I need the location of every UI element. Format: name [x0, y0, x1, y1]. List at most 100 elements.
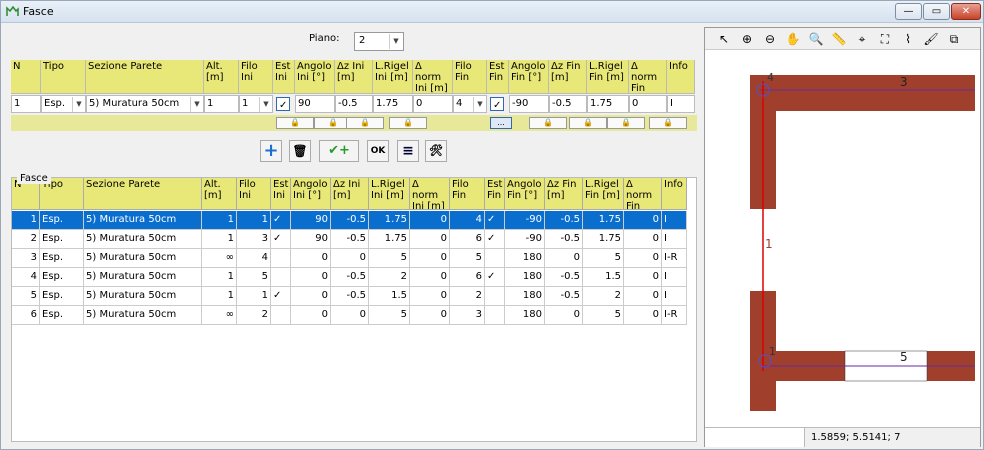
table-cell-fi[interactable]: 1: [237, 211, 271, 230]
edit-field-n[interactable]: 1: [11, 95, 41, 113]
snap-icon[interactable]: ⌇: [899, 31, 917, 48]
edit-field-dnorm_ini[interactable]: 0: [413, 95, 453, 113]
table-cell-dzf[interactable]: 0: [545, 249, 583, 268]
table-cell-dzi[interactable]: 0: [331, 306, 369, 325]
table-cell-ai[interactable]: 90: [291, 230, 331, 249]
zoom-in-icon[interactable]: ⊕: [738, 31, 756, 48]
table-cell-ai[interactable]: 0: [291, 306, 331, 325]
table-cell-alt[interactable]: 1: [202, 211, 237, 230]
table-cell-dnf[interactable]: 0: [624, 249, 662, 268]
edit-field-angolo_ini[interactable]: 90: [295, 95, 335, 113]
table-cell-lrf[interactable]: 1.5: [583, 268, 624, 287]
table-cell-dzf[interactable]: -0.5: [545, 211, 583, 230]
table-cell-dzi[interactable]: 0: [331, 249, 369, 268]
table-cell-ei[interactable]: [271, 306, 291, 325]
table-cell-info[interactable]: I: [662, 287, 687, 306]
measure-icon[interactable]: 📏: [830, 31, 848, 48]
lock-icon[interactable]: 🔒: [649, 117, 687, 129]
table-cell-ef[interactable]: ✓: [485, 211, 505, 230]
table-cell-dni[interactable]: 0: [410, 268, 450, 287]
table-cell-sez[interactable]: 5) Muratura 50cm: [84, 249, 202, 268]
table-cell-info[interactable]: I-R: [662, 306, 687, 325]
table-cell-dnf[interactable]: 0: [624, 230, 662, 249]
table-column-header[interactable]: Δz Ini [m]: [331, 178, 369, 210]
table-cell-ef[interactable]: ✓: [485, 230, 505, 249]
table-column-header[interactable]: Sezione Parete: [84, 178, 202, 210]
table-column-header[interactable]: L.Rigel Ini [m]: [369, 178, 410, 210]
table-cell-af[interactable]: 180: [505, 249, 545, 268]
table-cell-ei[interactable]: ✓: [271, 211, 291, 230]
zoom-window-icon[interactable]: 🔍: [807, 31, 825, 48]
table-cell-ef[interactable]: [485, 287, 505, 306]
table-cell-dni[interactable]: 0: [410, 211, 450, 230]
table-cell-n[interactable]: 6: [12, 306, 40, 325]
table-cell-n[interactable]: 2: [12, 230, 40, 249]
table-cell-ei[interactable]: ✓: [271, 230, 291, 249]
table-cell-ei[interactable]: [271, 268, 291, 287]
table-cell-alt[interactable]: 1: [202, 230, 237, 249]
table-cell-dzi[interactable]: -0.5: [331, 268, 369, 287]
table-cell-dni[interactable]: 0: [410, 287, 450, 306]
table-cell-ai[interactable]: 0: [291, 268, 331, 287]
edit-field-info[interactable]: I: [667, 95, 695, 113]
ok-button[interactable]: OK: [367, 140, 389, 162]
table-column-header[interactable]: Δ norm Fin [m]: [624, 178, 662, 210]
table-cell-tipo[interactable]: Esp.: [40, 287, 84, 306]
table-cell-ei[interactable]: ✓: [271, 287, 291, 306]
table-column-header[interactable]: L.Rigel Fin [m]: [583, 178, 624, 210]
table-cell-af[interactable]: -90: [505, 230, 545, 249]
table-cell-lri[interactable]: 5: [369, 306, 410, 325]
table-cell-lrf[interactable]: 5: [583, 306, 624, 325]
table-cell-lri[interactable]: 1.75: [369, 211, 410, 230]
table-cell-dnf[interactable]: 0: [624, 268, 662, 287]
table-column-header[interactable]: Info: [662, 178, 687, 210]
table-cell-tipo[interactable]: Esp.: [40, 230, 84, 249]
table-cell-dzi[interactable]: -0.5: [331, 211, 369, 230]
table-column-header[interactable]: Δ norm Ini [m]: [410, 178, 450, 210]
table-cell-fi[interactable]: 5: [237, 268, 271, 287]
table-column-header[interactable]: Δz Fin [m]: [545, 178, 583, 210]
lock-icon[interactable]: 🔒: [389, 117, 427, 129]
paint-icon[interactable]: 🖌: [922, 31, 940, 48]
table-cell-dnf[interactable]: 0: [624, 211, 662, 230]
table-cell-tipo[interactable]: Esp.: [40, 268, 84, 287]
table-cell-ff[interactable]: 6: [450, 230, 485, 249]
table-cell-lri[interactable]: 1.75: [369, 230, 410, 249]
table-cell-ai[interactable]: 0: [291, 287, 331, 306]
layers-icon[interactable]: ⧉: [945, 31, 963, 48]
table-cell-fi[interactable]: 3: [237, 230, 271, 249]
table-cell-tipo[interactable]: Esp.: [40, 306, 84, 325]
table-cell-info[interactable]: I: [662, 230, 687, 249]
table-cell-sez[interactable]: 5) Muratura 50cm: [84, 230, 202, 249]
table-cell-fi[interactable]: 1: [237, 287, 271, 306]
lock-icon[interactable]: 🔒: [529, 117, 567, 129]
table-cell-alt[interactable]: ∞: [202, 249, 237, 268]
edit-field-dnorm_fin[interactable]: 0: [629, 95, 667, 113]
table-cell-n[interactable]: 4: [12, 268, 40, 287]
table-cell-alt[interactable]: 1: [202, 287, 237, 306]
table-column-header[interactable]: Angolo Fin [°]: [505, 178, 545, 210]
confirm-add-button[interactable]: ✔+: [319, 140, 359, 162]
table-cell-info[interactable]: I: [662, 211, 687, 230]
lock-icon[interactable]: 🔒: [276, 117, 314, 129]
table-cell-info[interactable]: I-R: [662, 249, 687, 268]
table-cell-dnf[interactable]: 0: [624, 306, 662, 325]
table-cell-ef[interactable]: [485, 249, 505, 268]
edit-field-lrigel_ini[interactable]: 1.75: [373, 95, 413, 113]
table-cell-ef[interactable]: [485, 306, 505, 325]
table-cell-ff[interactable]: 6: [450, 268, 485, 287]
edit-field-angolo_fin[interactable]: -90: [509, 95, 549, 113]
table-cell-dnf[interactable]: 0: [624, 287, 662, 306]
table-column-header[interactable]: Filo Ini: [237, 178, 271, 210]
table-cell-ef[interactable]: ✓: [485, 268, 505, 287]
table-cell-fi[interactable]: 2: [237, 306, 271, 325]
table-cell-n[interactable]: 3: [12, 249, 40, 268]
table-cell-af[interactable]: 180: [505, 306, 545, 325]
edit-field-sezione[interactable]: 5) Muratura 50cm: [86, 95, 204, 113]
lock-icon[interactable]: 🔒: [607, 117, 645, 129]
table-column-header[interactable]: Angolo Ini [°]: [291, 178, 331, 210]
table-cell-ff[interactable]: 4: [450, 211, 485, 230]
table-cell-ff[interactable]: 2: [450, 287, 485, 306]
table-cell-n[interactable]: 1: [12, 211, 40, 230]
zoom-extents-icon[interactable]: ⌖: [853, 31, 871, 48]
